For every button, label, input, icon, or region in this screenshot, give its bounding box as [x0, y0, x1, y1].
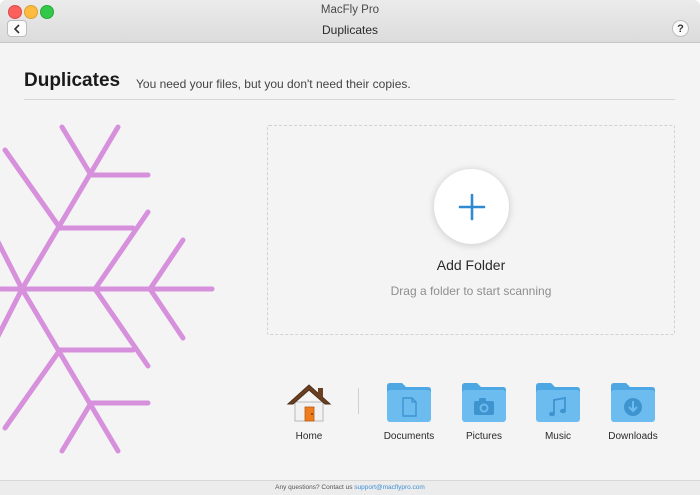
snowflake-illustration — [0, 124, 215, 454]
plus-icon — [458, 193, 485, 220]
shortcut-label: Home — [295, 431, 323, 442]
shortcut-pictures[interactable]: Pictures — [446, 380, 522, 442]
shortcut-documents[interactable]: Documents — [371, 380, 447, 442]
app-title: MacFly Pro — [320, 4, 380, 16]
app-window: MacFly Pro Duplicates ? Duplicates You n… — [0, 0, 700, 495]
pictures-folder-icon — [462, 383, 506, 422]
shortcut-music[interactable]: Music — [520, 380, 596, 442]
add-folder-button[interactable] — [434, 169, 509, 244]
music-folder-icon — [536, 383, 580, 422]
page-title: Duplicates — [24, 70, 121, 91]
title-bar: MacFly Pro Duplicates ? — [0, 0, 700, 43]
footer-text: Any questions? Contact us — [275, 484, 353, 491]
nav-title: Duplicates — [321, 23, 379, 37]
shortcut-home[interactable]: Home — [271, 380, 347, 442]
downloads-folder-icon — [611, 383, 655, 422]
shortcut-downloads[interactable]: Downloads — [595, 380, 671, 442]
shortcut-label: Pictures — [465, 431, 503, 442]
home-icon — [286, 384, 332, 422]
documents-folder-icon — [387, 383, 431, 422]
header-divider — [24, 99, 675, 100]
shortcut-divider — [358, 388, 359, 414]
help-button[interactable]: ? — [672, 20, 689, 37]
shortcut-label: Documents — [383, 431, 435, 442]
drop-hint: Drag a folder to start scanning — [390, 284, 552, 298]
support-email-link[interactable]: support@macflypro.com — [354, 484, 425, 491]
footer: Any questions? Contact us support@macfly… — [0, 480, 700, 495]
shortcut-label: Music — [544, 431, 572, 442]
shortcut-label: Downloads — [608, 431, 658, 442]
add-folder-label: Add Folder — [436, 257, 506, 273]
page-subtitle: You need your files, but you don't need … — [136, 77, 411, 91]
